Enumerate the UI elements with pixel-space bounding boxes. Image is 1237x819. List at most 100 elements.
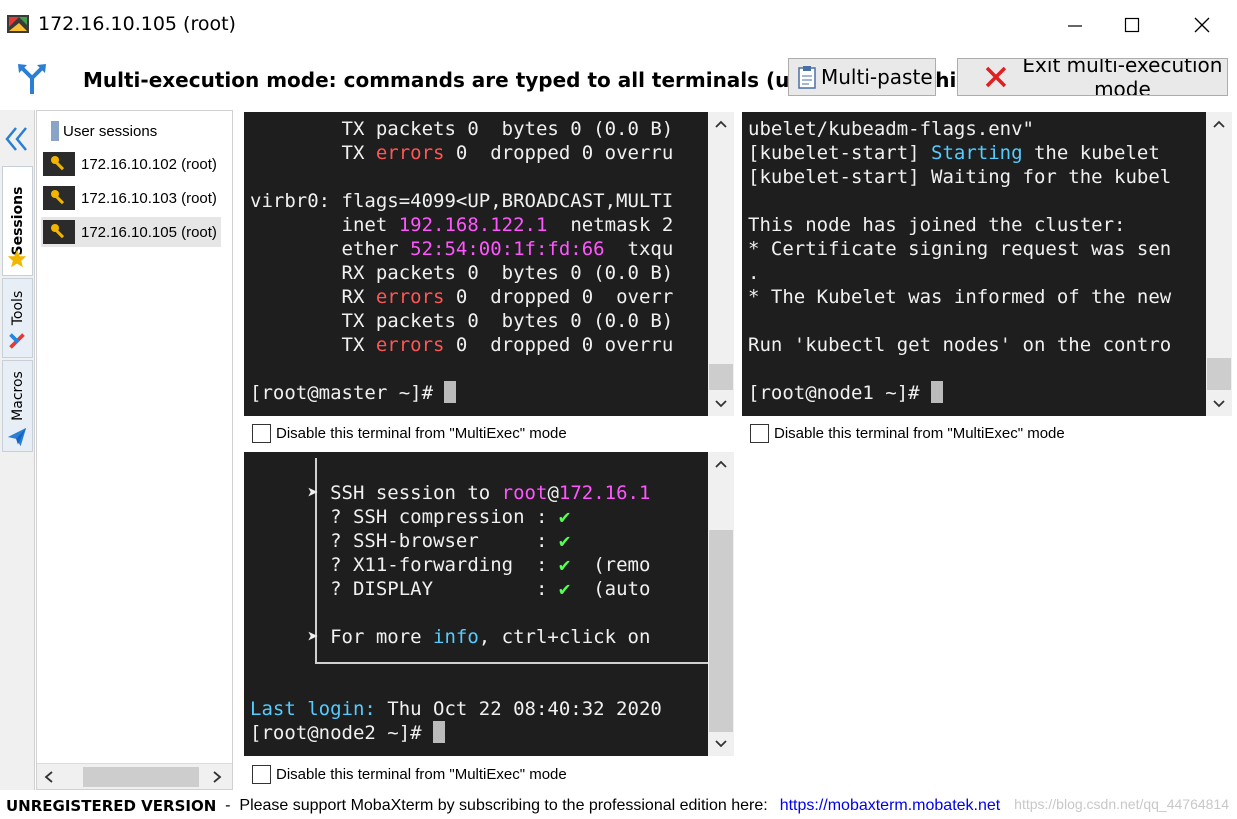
scroll-up-arrow[interactable] bbox=[708, 114, 734, 134]
terminal-line: ? SSH compression : ✔ bbox=[250, 505, 700, 529]
minimize-icon bbox=[1068, 25, 1082, 27]
checkbox-label: Disable this terminal from "MultiExec" m… bbox=[276, 425, 567, 442]
terminal-master-scrollbar[interactable] bbox=[708, 112, 734, 416]
terminal-text: inet bbox=[250, 214, 399, 236]
disable-multiexec-checkbox-node2[interactable]: Disable this terminal from "MultiExec" m… bbox=[252, 765, 567, 784]
terminal-master[interactable]: TX packets 0 bytes 0 (0.0 B) TX errors 0… bbox=[244, 112, 708, 416]
scrollbar-thumb[interactable] bbox=[83, 767, 199, 787]
terminal-text: ? SSH compression : bbox=[250, 506, 559, 528]
session-label: 172.16.10.105 (root) bbox=[81, 223, 217, 241]
terminal-text: 192.168.122.1 bbox=[398, 214, 548, 236]
terminal-text: TX bbox=[250, 334, 376, 356]
terminal-text: , ctrl+click on bbox=[478, 626, 651, 648]
support-message: - Please support MobaXterm by subscribin… bbox=[216, 796, 768, 814]
terminal-text: Last login: bbox=[250, 698, 376, 720]
terminal-text: info bbox=[433, 626, 479, 648]
terminal-line: Run 'kubectl get nodes' on the contro bbox=[748, 333, 1198, 357]
terminal-line: This node has joined the cluster: bbox=[748, 213, 1198, 237]
terminal-text: ✔ bbox=[558, 578, 571, 600]
mobatek-link[interactable]: https://mobaxterm.mobatek.net bbox=[780, 797, 1001, 815]
scroll-down-arrow[interactable] bbox=[708, 734, 734, 754]
minimize-button[interactable] bbox=[1053, 8, 1097, 42]
scrollbar-thumb[interactable] bbox=[709, 364, 733, 390]
terminal-text: ➤ SSH session to bbox=[250, 482, 502, 504]
terminal-node1-scrollbar[interactable] bbox=[1206, 112, 1232, 416]
user-sessions-label: User sessions bbox=[63, 122, 158, 140]
close-button[interactable] bbox=[1180, 8, 1224, 42]
terminal-text: ➤ For more bbox=[250, 626, 434, 648]
chevron-up-icon bbox=[1213, 120, 1225, 128]
terminal-line: ➤ For more info, ctrl+click on bbox=[250, 625, 700, 649]
terminal-text: TX packets 0 bytes 0 (0.0 B) bbox=[250, 118, 674, 140]
terminal-text: Thu Oct 22 08:40:32 2020 bbox=[375, 698, 662, 720]
terminal-text: * The Kubelet was informed of the new bbox=[748, 286, 1172, 308]
terminal-text: txqu bbox=[604, 238, 674, 260]
chevron-down-icon bbox=[1213, 400, 1225, 408]
terminal-line: ? SSH-browser : ✔ bbox=[250, 529, 700, 553]
disable-multiexec-checkbox-node1[interactable]: Disable this terminal from "MultiExec" m… bbox=[750, 424, 1065, 443]
key-icon bbox=[43, 186, 75, 210]
checkbox[interactable] bbox=[252, 765, 271, 784]
terminal-text: 0 dropped 0 overru bbox=[444, 142, 674, 164]
scrollbar-thumb[interactable] bbox=[1207, 358, 1231, 390]
terminal-node2-scrollbar[interactable] bbox=[708, 452, 734, 756]
terminal-text: netmask 2 bbox=[547, 214, 674, 236]
tools-icon bbox=[6, 330, 28, 356]
terminal-line: [root@node2 ~]# bbox=[250, 721, 700, 745]
terminal-text: This node has joined the cluster: bbox=[748, 214, 1126, 236]
red-x-icon bbox=[985, 66, 1007, 88]
sessions-panel: User sessions 172.16.10.102 (root) 172.1… bbox=[36, 110, 233, 790]
disable-multiexec-checkbox-master[interactable]: Disable this terminal from "MultiExec" m… bbox=[252, 424, 567, 443]
sessions-horizontal-scrollbar[interactable] bbox=[37, 763, 232, 789]
scroll-left-arrow[interactable] bbox=[39, 767, 59, 787]
terminal-text: ✔ bbox=[558, 530, 571, 552]
scroll-right-arrow[interactable] bbox=[207, 767, 227, 787]
window-title: 172.16.10.105 (root) bbox=[38, 13, 236, 35]
fork-arrows-icon bbox=[18, 64, 46, 94]
session-item[interactable]: 172.16.10.102 (root) bbox=[41, 149, 221, 179]
terminal-line: inet 192.168.122.1 netmask 2 bbox=[250, 213, 700, 237]
mobaxterm-app-icon bbox=[7, 15, 29, 33]
paper-plane-icon bbox=[6, 426, 28, 452]
terminal-line: . bbox=[748, 261, 1198, 285]
multi-paste-button[interactable]: Multi-paste bbox=[788, 58, 936, 96]
terminal-node2[interactable]: ➤ SSH session to root@172.16.1 ? SSH com… bbox=[244, 452, 708, 756]
scroll-up-arrow[interactable] bbox=[1206, 114, 1232, 134]
terminal-line: RX packets 0 bytes 0 (0.0 B) bbox=[250, 261, 700, 285]
terminal-text: ? DISPLAY : bbox=[250, 578, 559, 600]
terminal-node1[interactable]: ubelet/kubeadm-flags.env" [kubelet-start]… bbox=[742, 112, 1206, 416]
terminal-output: ubelet/kubeadm-flags.env" [kubelet-start]… bbox=[748, 117, 1198, 405]
terminal-line: RX errors 0 dropped 0 overr bbox=[250, 285, 700, 309]
checkbox[interactable] bbox=[252, 424, 271, 443]
scroll-up-arrow[interactable] bbox=[708, 454, 734, 474]
terminal-line: TX errors 0 dropped 0 overru bbox=[250, 333, 700, 357]
scroll-down-arrow[interactable] bbox=[708, 394, 734, 414]
watermark: https://blog.csdn.net/qq_44764814 bbox=[1014, 796, 1229, 812]
session-item[interactable]: 172.16.10.103 (root) bbox=[41, 183, 221, 213]
checkbox[interactable] bbox=[750, 424, 769, 443]
terminal-text: ? SSH-browser : bbox=[250, 530, 559, 552]
status-bar: UNREGISTERED VERSION - Please support Mo… bbox=[0, 792, 1237, 819]
terminal-text: Run 'kubectl get nodes' on the contro bbox=[748, 334, 1172, 356]
scrollbar-thumb[interactable] bbox=[709, 530, 733, 732]
session-item-selected[interactable]: 172.16.10.105 (root) bbox=[41, 217, 221, 247]
user-sessions-folder[interactable]: User sessions bbox=[51, 121, 157, 141]
terminal-cursor bbox=[931, 381, 944, 403]
terminal-text: @ bbox=[547, 482, 559, 504]
terminal-line: Last login: Thu Oct 22 08:40:32 2020 bbox=[250, 697, 700, 721]
terminal-text: virbr0: flags=4099<UP,BROADCAST,MULTI bbox=[250, 190, 674, 212]
terminal-cursor bbox=[433, 721, 446, 743]
exit-multiexec-button[interactable]: Exit multi-execution mode bbox=[957, 58, 1228, 96]
maximize-button[interactable] bbox=[1110, 8, 1154, 42]
terminal-text: [root@node1 ~]# bbox=[748, 382, 932, 404]
terminal-text: * Certificate signing request was sen bbox=[748, 238, 1172, 260]
chevron-down-icon bbox=[715, 400, 727, 408]
terminal-line: TX packets 0 bytes 0 (0.0 B) bbox=[250, 309, 700, 333]
collapse-sidebar-button[interactable] bbox=[4, 124, 30, 158]
scroll-down-arrow[interactable] bbox=[1206, 394, 1232, 414]
terminal-text: 0 dropped 0 overr bbox=[444, 286, 674, 308]
chevron-down-icon bbox=[715, 740, 727, 748]
terminal-line: TX errors 0 dropped 0 overru bbox=[250, 141, 700, 165]
